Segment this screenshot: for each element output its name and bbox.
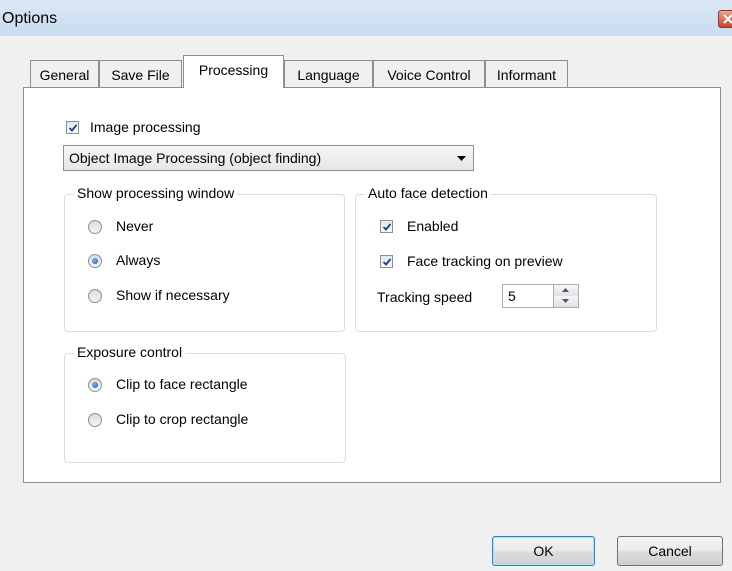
radio-clip-crop-rectangle-label: Clip to crop rectangle xyxy=(116,411,249,427)
cancel-button-label: Cancel xyxy=(648,543,692,559)
face-tracking-preview-checkbox[interactable] xyxy=(380,255,393,268)
cancel-button[interactable]: Cancel xyxy=(617,536,723,566)
radio-clip-face-rectangle[interactable] xyxy=(88,378,102,392)
tab-processing-label: Processing xyxy=(198,62,269,78)
tab-voice-control-label: Voice Control xyxy=(387,67,471,83)
checkmark-icon xyxy=(68,124,78,132)
exposure-control-legend: Exposure control xyxy=(74,344,186,360)
auto-face-detection-legend: Auto face detection xyxy=(365,185,491,201)
show-processing-window-legend: Show processing window xyxy=(74,185,238,201)
chevron-down-icon xyxy=(457,156,466,161)
tab-informant-label: Informant xyxy=(496,67,557,83)
radio-never[interactable] xyxy=(88,220,102,234)
face-detection-enabled-checkbox[interactable] xyxy=(380,220,393,233)
ok-button-label: OK xyxy=(533,543,554,559)
tracking-speed-value: 5 xyxy=(508,288,516,304)
spin-down-button[interactable] xyxy=(554,296,578,307)
radio-always[interactable] xyxy=(88,254,102,268)
tab-language-label: Language xyxy=(297,67,360,83)
arrow-down-icon xyxy=(562,299,569,303)
image-processing-checkbox[interactable] xyxy=(66,121,79,134)
tracking-speed-label: Tracking speed xyxy=(377,289,473,305)
tab-general[interactable]: General xyxy=(30,60,99,87)
face-detection-enabled-label: Enabled xyxy=(407,218,459,234)
image-processing-label: Image processing xyxy=(90,119,201,135)
checkmark-icon xyxy=(382,258,392,266)
tab-save-file-label: Save File xyxy=(111,67,170,83)
show-processing-window-group xyxy=(64,194,345,332)
radio-never-label: Never xyxy=(116,218,154,234)
processing-method-value: Object Image Processing (object finding) xyxy=(69,150,322,166)
close-button[interactable] xyxy=(718,10,732,28)
processing-method-dropdown[interactable]: Object Image Processing (object finding) xyxy=(63,145,474,171)
radio-clip-crop-rectangle[interactable] xyxy=(88,413,102,427)
checkmark-icon xyxy=(382,223,392,231)
tracking-speed-spinner[interactable] xyxy=(553,284,579,308)
tab-voice-control[interactable]: Voice Control xyxy=(373,60,485,87)
close-icon xyxy=(723,14,732,24)
radio-show-if-necessary[interactable] xyxy=(88,289,102,303)
tab-save-file[interactable]: Save File xyxy=(99,60,182,87)
face-tracking-preview-label: Face tracking on preview xyxy=(407,253,563,269)
tab-informant[interactable]: Informant xyxy=(485,60,568,87)
tab-language[interactable]: Language xyxy=(284,60,373,87)
title-bar: Options xyxy=(0,0,732,36)
radio-show-if-necessary-label: Show if necessary xyxy=(116,287,230,303)
tracking-speed-input[interactable]: 5 xyxy=(502,284,554,308)
radio-clip-face-rectangle-label: Clip to face rectangle xyxy=(116,376,248,392)
window-title: Options xyxy=(2,10,58,27)
radio-always-label: Always xyxy=(116,252,161,268)
exposure-control-group xyxy=(64,353,346,463)
tab-processing[interactable]: Processing xyxy=(183,55,284,88)
tab-general-label: General xyxy=(39,67,90,83)
ok-button[interactable]: OK xyxy=(492,536,595,566)
arrow-up-icon xyxy=(562,288,569,292)
